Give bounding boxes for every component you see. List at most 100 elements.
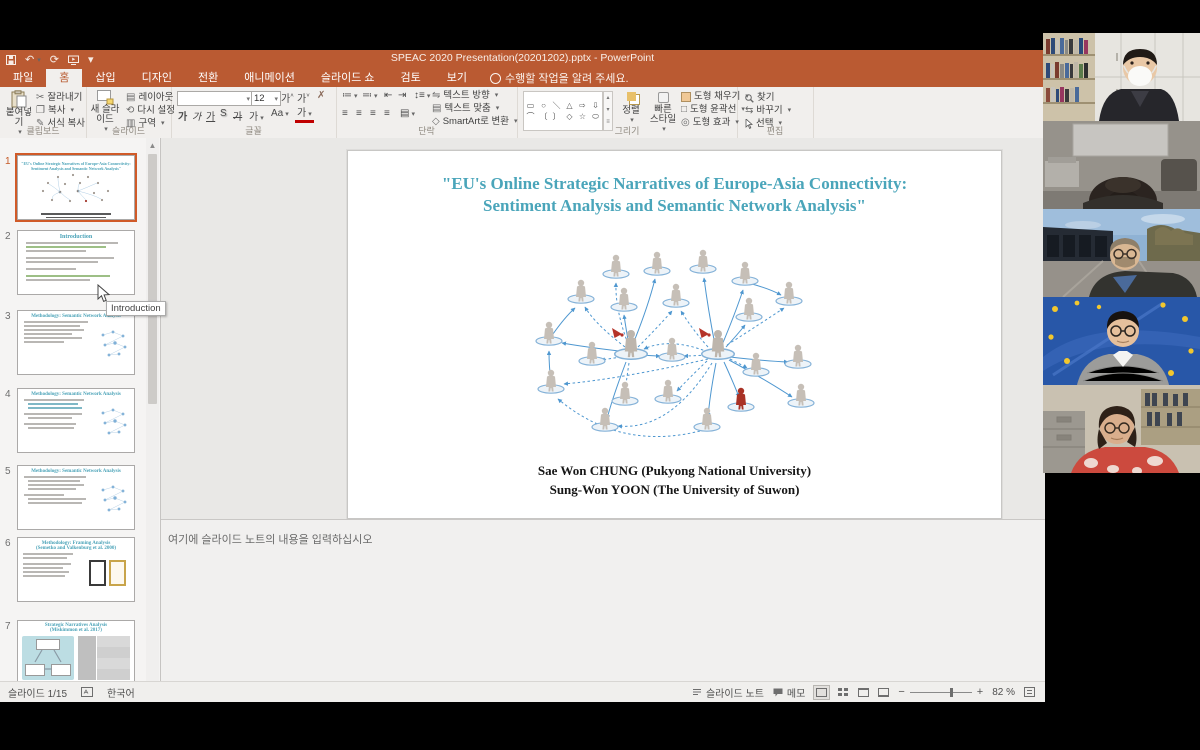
strikethrough-icon[interactable]: 가 [231,108,244,123]
columns-icon[interactable]: ▤ [398,108,417,119]
notes-toggle-button[interactable]: 슬라이드 노트 [692,685,764,700]
zoom-level[interactable]: 82 % [992,687,1015,698]
align-center-icon[interactable]: ≡ [354,108,364,119]
align-text-icon: ▤ [432,103,441,115]
italic-icon[interactable]: 가 [190,108,203,123]
change-case-icon[interactable]: Aa [269,108,291,119]
text-direction-icon: ⇋ [432,90,440,102]
memo-button[interactable]: 메모 [773,685,805,700]
tab-transitions[interactable]: 전환 [185,69,231,87]
reset-button[interactable]: ⟲다시 설정 [126,105,175,117]
powerpoint-window: ↶ ⟳ ▾ SPEAC 2020 Presentation(20201202).… [0,50,1045,702]
arrange-button[interactable]: 정렬 [617,92,645,126]
tab-review[interactable]: 검토 [388,69,434,87]
thumbnail-slide-6[interactable]: 6 Methodology: Framing Analysis(Semetko … [0,537,150,604]
zoom-in-icon[interactable]: + [977,686,983,698]
grow-font-icon[interactable]: 가˄ [279,90,296,105]
bullets-icon[interactable]: ≔ [340,90,360,101]
slide-canvas[interactable]: "EU's Online Strategic Narratives of Eur… [347,150,1002,519]
slide-number: 6 [5,538,11,549]
webcam-participant-1[interactable] [1043,33,1200,121]
title-bar: ↶ ⟳ ▾ SPEAC 2020 Presentation(20201202).… [0,50,1045,69]
thumbnail-scrollbar[interactable]: ▲ [146,138,159,682]
webcam-participant-5[interactable] [1043,385,1200,473]
tab-view[interactable]: 보기 [434,69,480,87]
input-language-icon[interactable] [81,687,93,697]
bold-icon[interactable]: 가 [176,108,189,123]
scrollbar-thumb[interactable] [148,154,157,404]
webcam-participant-2[interactable] [1043,121,1200,209]
character-spacing-icon[interactable]: 가 [247,108,266,123]
video-conference-strip [1043,33,1200,473]
layout-icon: ▤ [126,92,135,104]
line-spacing-icon[interactable]: ↕≡ [412,90,432,101]
mini-diagram [22,636,74,680]
thumbnail-slide-4[interactable]: 4 Methodology: Semantic Network Analysis [0,388,150,455]
replace-button[interactable]: ⇆바꾸기 [745,105,791,117]
new-slide-icon [97,90,114,105]
webcam-participant-3[interactable] [1043,209,1200,297]
shrink-font-icon[interactable]: 가˅ [295,90,312,105]
tab-file[interactable]: 파일 [0,69,46,87]
underline-icon[interactable]: 가 [204,108,217,123]
slide-sorter-button[interactable] [838,688,849,697]
thumbnail-slide-2[interactable]: 2 Introduction [0,230,150,297]
align-right-icon[interactable]: ≡ [368,108,378,119]
font-size-value: 12 [254,93,265,104]
tab-animations[interactable]: 애니메이션 [231,69,308,87]
numbering-icon[interactable]: ≕ [360,90,380,101]
slideshow-view-button[interactable] [878,688,889,697]
slide-number: 7 [5,621,11,632]
text-direction-button[interactable]: ⇋텍스트 방향 [432,90,498,102]
zoom-out-icon[interactable]: − [898,686,904,698]
decrease-indent-icon[interactable]: ⇤ [382,90,394,101]
thumbnail-slide-5[interactable]: 5 Methodology: Semantic Network Analysis [0,465,150,532]
thumbnail-slide-3[interactable]: 3 Methodology: Semantic Network Analysis [0,310,150,377]
cut-button[interactable]: ✂잘라내기 [36,92,82,104]
scroll-up-icon[interactable]: ▲ [147,140,158,152]
zoom-slider[interactable]: − + [898,686,983,698]
shape-outline-icon: □ [681,104,687,116]
ribbon: 붙여넣기 ✂잘라내기 ❐복사 ✎서식 복사 클립보드 새 슬라이드 ▤레이아웃 … [0,87,1045,139]
notes-pane[interactable]: 여기에 슬라이드 노트의 내용을 입력하십시오 [161,519,1045,683]
text-shadow-icon[interactable]: S [218,108,229,119]
tooltip: Introduction [106,301,166,316]
slideshow-view-icon [878,688,889,697]
slide-number: 3 [5,311,11,322]
group-label-slides: 슬라이드 [86,124,171,137]
justify-icon[interactable]: ≡ [382,108,392,119]
notes-icon [692,688,702,696]
slide-authors: Sae Won CHUNG (Pukyong National Universi… [348,461,1001,499]
clear-formatting-icon[interactable]: ✗ [315,90,327,101]
thumbnail-slide-7[interactable]: 7 Strategic Narratives Analysis(Miskimmo… [0,620,150,682]
cut-icon: ✂ [36,92,44,104]
align-text-button[interactable]: ▤텍스트 맞춤 [432,103,499,115]
mini-title: Introduction [18,234,134,240]
font-color-icon[interactable]: 가 [295,108,314,123]
thumbnail-slide-1[interactable]: 1 "EU's Online Strategic Narratives of E… [0,155,150,222]
find-button[interactable]: 찾기 [745,92,774,104]
font-size-combo[interactable]: 12▾ [251,91,281,106]
font-name-combo[interactable]: ▾ [177,91,253,106]
mini-network-image [97,327,131,363]
increase-indent-icon[interactable]: ⇥ [396,90,408,101]
shape-outline-button[interactable]: □도형 윤곽선 [681,104,745,116]
tab-slideshow[interactable]: 슬라이드 쇼 [308,69,388,87]
webcam-participant-4[interactable] [1043,297,1200,385]
tell-me-box[interactable]: 수행할 작업을 알려 주세요. [480,69,639,87]
language-indicator[interactable]: 한국어 [107,685,135,700]
group-paragraph: ≔ ≕ ⇤ ⇥ ↕≡ ≡ ≡ ≡ ≡ ▤ ⇋텍스트 방향 ▤텍스트 맞춤 ◇Sm… [336,87,518,138]
tab-home[interactable]: 홈 [46,69,82,87]
reading-view-button[interactable] [858,688,869,697]
copy-button[interactable]: ❐복사 [36,105,74,117]
normal-view-button[interactable] [814,686,829,699]
tab-design[interactable]: 디자인 [129,69,185,87]
mini-table [78,636,130,680]
fit-to-window-icon[interactable] [1024,687,1035,697]
tab-insert[interactable]: 삽입 [82,69,128,87]
zoom-thumb[interactable] [950,688,953,697]
mini-network-image [18,171,134,207]
slide-indicator: 슬라이드 1/15 [8,685,67,700]
group-label-paragraph: 단락 [336,124,517,137]
align-left-icon[interactable]: ≡ [340,108,350,119]
